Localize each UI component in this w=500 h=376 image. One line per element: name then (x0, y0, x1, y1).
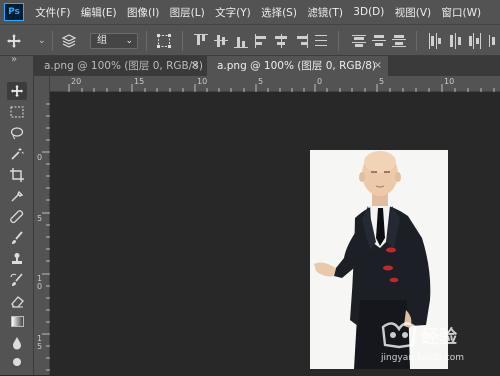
brush-tool-button[interactable] (7, 229, 27, 247)
close-icon[interactable]: × (191, 56, 199, 76)
vertical-ruler[interactable]: 0 5 1 0 1 5 (34, 76, 50, 375)
eyedropper-tool-button[interactable] (7, 187, 27, 205)
document-tab-bar: a.png @ 100% (图层 0, RGB/8) × a.png @ 100… (34, 56, 500, 76)
distribute-left-icon[interactable] (428, 33, 442, 49)
menu-layer[interactable]: 图层(L) (164, 5, 209, 20)
align-horizontal-center-icon[interactable] (274, 33, 288, 49)
blur-tool-button[interactable] (7, 334, 27, 352)
ruler-label: 20 (71, 77, 82, 86)
lasso-tool-button[interactable] (7, 124, 27, 142)
distribute-top-icon[interactable] (352, 33, 366, 49)
menu-view[interactable]: 视图(V) (390, 5, 437, 20)
distribute-vertical-center-icon[interactable] (372, 33, 386, 49)
document-tab-active[interactable]: a.png @ 100% (图层 0, RGB/8) × (207, 56, 388, 76)
horizontal-ruler[interactable]: 20 15 10 5 0 5 10 (50, 76, 500, 92)
chevron-down-icon: ⌄ (125, 36, 133, 46)
document-tab[interactable]: a.png @ 100% (图层 0, RGB/8) × (34, 56, 205, 76)
align-bottom-icon[interactable] (234, 33, 248, 49)
history-brush-tool-button[interactable] (7, 271, 27, 289)
options-bar: ⌄ 组 ⌄ (0, 24, 500, 56)
menu-type[interactable]: 文字(Y) (210, 5, 256, 20)
menu-image[interactable]: 图像(I) (122, 5, 165, 20)
watermark: 经验 jingyan.baidu.com (375, 321, 500, 375)
watermark-text: 经验 (421, 327, 457, 348)
ruler-label: 10 (197, 77, 208, 86)
menu-edit[interactable]: 编辑(E) (76, 5, 122, 20)
ruler-label: 10 (444, 77, 455, 86)
eraser-tool-button[interactable] (7, 292, 27, 310)
move-tool-icon[interactable] (6, 33, 22, 49)
ruler-label: 5 (379, 77, 385, 86)
distribute-more-icon[interactable] (488, 33, 498, 49)
marquee-tool-button[interactable] (7, 103, 27, 121)
menu-file[interactable]: 文件(F) (30, 5, 76, 20)
tools-panel: » (0, 54, 34, 375)
close-icon[interactable]: × (374, 56, 382, 76)
auto-select-dropdown[interactable]: 组 ⌄ (90, 33, 138, 49)
menu-window[interactable]: 窗口(W) (436, 5, 486, 20)
watermark-url: jingyan.baidu.com (381, 353, 465, 363)
menu-3d[interactable]: 3D(D) (348, 6, 389, 18)
align-right-icon[interactable] (294, 33, 308, 49)
tab-label: a.png @ 100% (图层 0, RGB/8) (44, 60, 204, 72)
ruler-label: 5 (37, 214, 43, 223)
tab-label: a.png @ 100% (图层 0, RGB/8) (217, 60, 377, 72)
align-top-icon[interactable] (194, 33, 208, 49)
tool-preset-chevron-icon[interactable]: ⌄ (38, 33, 46, 49)
panel-collapse-icon[interactable]: » (11, 54, 17, 65)
distribute-horizontal-center-icon[interactable] (448, 33, 462, 49)
ruler-label: 0 (317, 77, 323, 86)
magic-wand-tool-button[interactable] (7, 145, 27, 163)
dodge-tool-button[interactable] (7, 355, 27, 373)
menu-bar: Ps 文件(F) 编辑(E) 图像(I) 图层(L) 文字(Y) 选择(S) 滤… (0, 0, 500, 24)
healing-brush-tool-button[interactable] (7, 208, 27, 226)
crop-tool-button[interactable] (7, 166, 27, 184)
ruler-label: 15 (134, 77, 145, 86)
distribute-right-icon[interactable] (468, 33, 482, 49)
move-tool-button[interactable] (7, 82, 27, 100)
ruler-label: 1 5 (37, 334, 43, 351)
transform-controls-icon[interactable] (156, 33, 172, 49)
ruler-label: 5 (258, 77, 264, 86)
align-vertical-center-icon[interactable] (214, 33, 228, 49)
align-to-selection-icon[interactable] (314, 33, 328, 49)
photoshop-logo: Ps (4, 3, 24, 21)
clone-stamp-tool-button[interactable] (7, 250, 27, 268)
align-left-icon[interactable] (254, 33, 268, 49)
distribute-bottom-icon[interactable] (392, 33, 406, 49)
menu-filter[interactable]: 滤镜(T) (302, 5, 348, 20)
gradient-tool-button[interactable] (7, 313, 27, 331)
menu-select[interactable]: 选择(S) (256, 5, 302, 20)
auto-select-value: 组 (97, 35, 107, 46)
ruler-label: 1 0 (37, 274, 43, 291)
ruler-label: 0 (37, 153, 43, 162)
auto-select-layers-icon[interactable] (61, 33, 77, 49)
